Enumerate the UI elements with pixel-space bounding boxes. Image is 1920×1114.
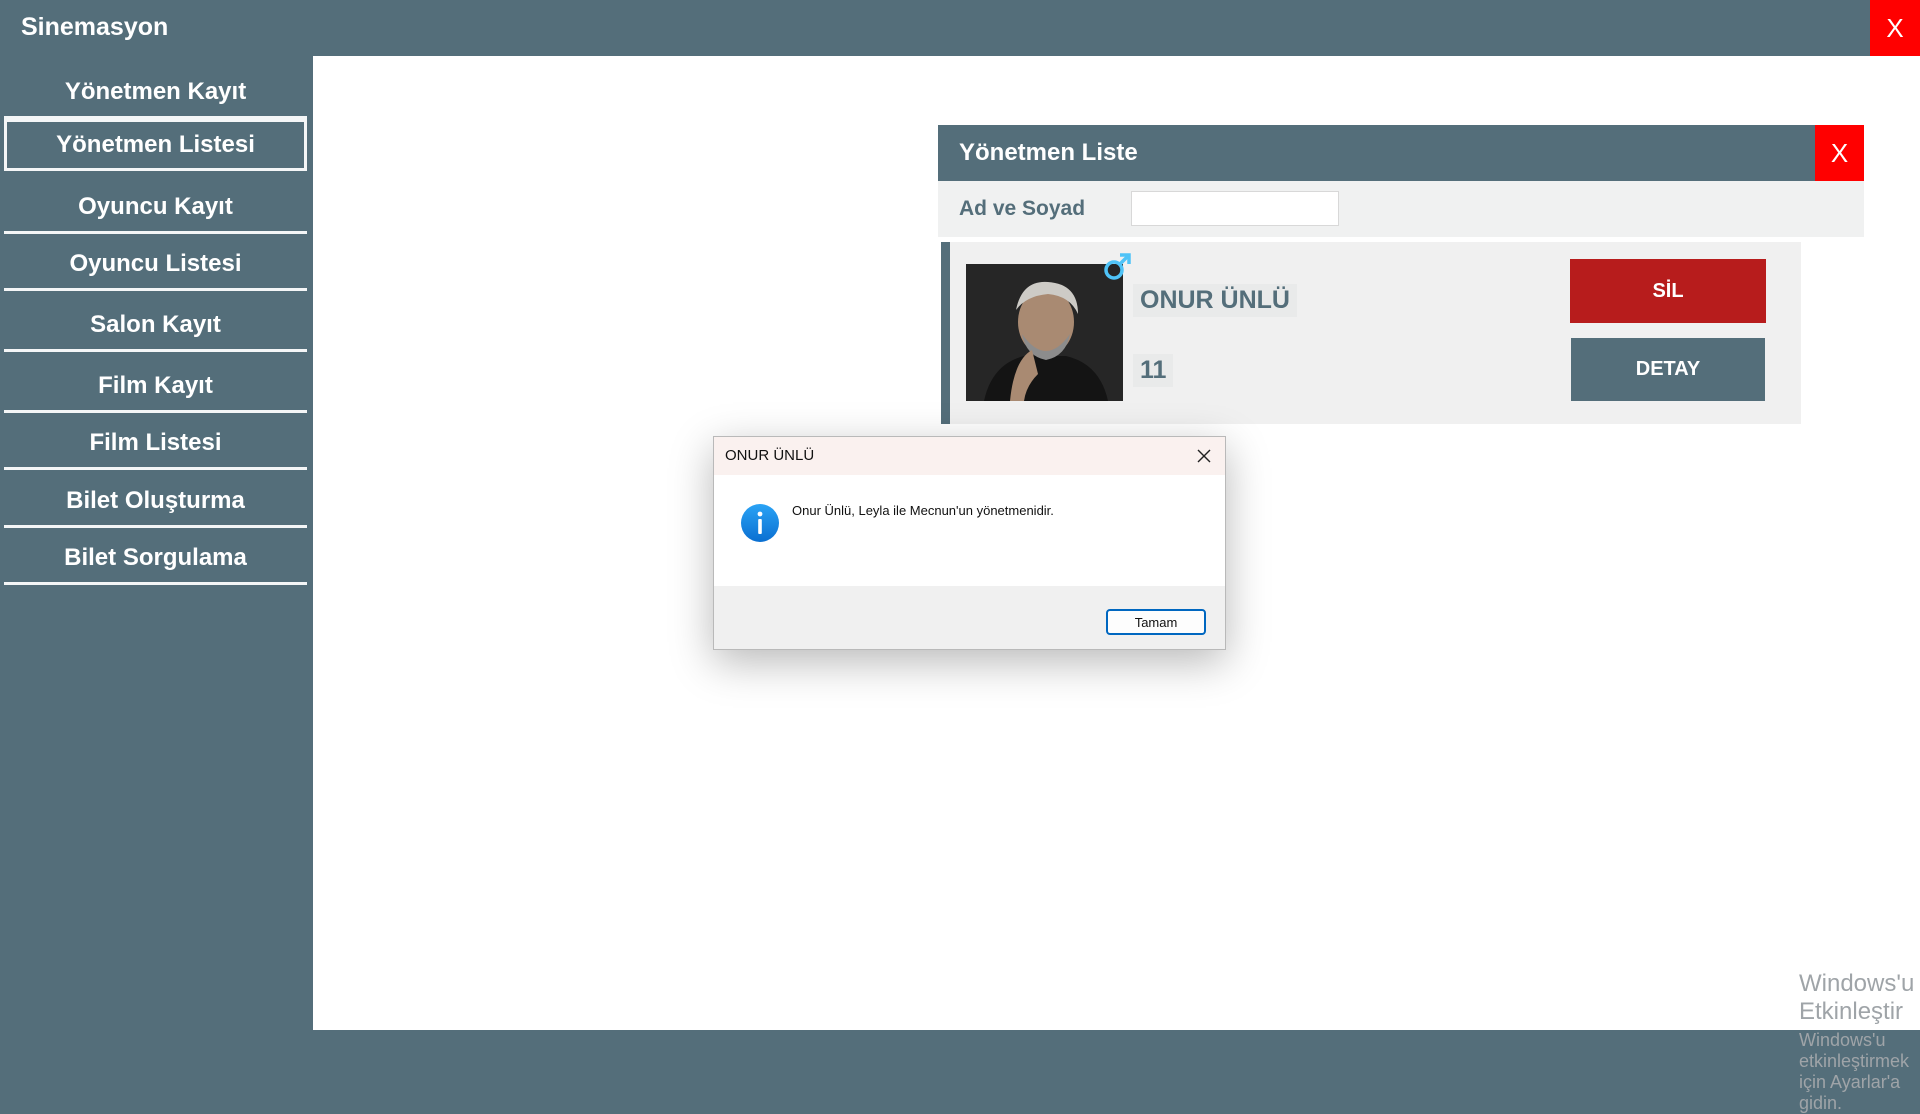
sidebar-item-bilet-sorgulama[interactable]: Bilet Sorgulama [4, 533, 307, 585]
sidebar: Yönetmen Kayıt Yönetmen Listesi Oyuncu K… [0, 56, 312, 1080]
director-card: ONUR ÜNLÜ 11 SİL DETAY [941, 242, 1801, 424]
info-icon [741, 504, 779, 542]
windows-activation-watermark: Windows'u Etkinleştir Windows'u etkinleş… [1799, 970, 1920, 1114]
close-icon [1197, 449, 1211, 463]
sidebar-item-film-kayit[interactable]: Film Kayıt [4, 361, 307, 413]
director-list-header: Yönetmen Liste X [938, 125, 1864, 181]
app-title: Sinemasyon [21, 13, 169, 41]
sidebar-item-film-listesi[interactable]: Film Listesi [4, 418, 307, 470]
app-titlebar: Sinemasyon X [0, 0, 1920, 56]
dialog-message: Onur Ünlü, Leyla ile Mecnun'un yönetmeni… [792, 503, 1054, 518]
delete-button[interactable]: SİL [1570, 259, 1766, 323]
name-filter-label: Ad ve Soyad [959, 197, 1086, 220]
director-list-close-button[interactable]: X [1815, 125, 1864, 181]
sidebar-item-yonetmen-listesi[interactable]: Yönetmen Listesi [4, 119, 307, 171]
name-filter-input[interactable] [1131, 191, 1339, 226]
message-dialog: ONUR ÜNLÜ Onur Ünlü, Leyla ile Mecnun'un… [713, 436, 1226, 650]
director-number: 11 [1133, 354, 1174, 387]
app-close-button[interactable]: X [1870, 0, 1920, 56]
director-name: ONUR ÜNLÜ [1133, 284, 1297, 317]
director-photo [966, 264, 1123, 401]
sidebar-item-salon-kayit[interactable]: Salon Kayıt [4, 300, 307, 352]
detail-button[interactable]: DETAY [1571, 338, 1765, 401]
dialog-close-button[interactable] [1189, 442, 1219, 470]
director-list-title: Yönetmen Liste [959, 139, 1138, 166]
dialog-title: ONUR ÜNLÜ [725, 447, 815, 464]
sidebar-item-bilet-olusturma[interactable]: Bilet Oluşturma [4, 476, 307, 528]
watermark-title: Windows'u Etkinleştir [1799, 970, 1915, 1025]
watermark-subtitle: Windows'u etkinleştirmek için Ayarlar'a … [1799, 1030, 1910, 1113]
sidebar-item-oyuncu-kayit[interactable]: Oyuncu Kayıt [4, 182, 307, 234]
ok-button[interactable]: Tamam [1106, 609, 1206, 635]
director-list-panel: Yönetmen Liste X Ad ve Soyad [938, 125, 1864, 237]
sidebar-item-oyuncu-listesi[interactable]: Oyuncu Listesi [4, 239, 307, 291]
dialog-body: Onur Ünlü, Leyla ile Mecnun'un yönetmeni… [714, 475, 1225, 586]
male-symbol-icon [1104, 253, 1131, 280]
sidebar-item-yonetmen-kayit[interactable]: Yönetmen Kayıt [4, 67, 307, 119]
dialog-titlebar: ONUR ÜNLÜ [714, 437, 1225, 475]
